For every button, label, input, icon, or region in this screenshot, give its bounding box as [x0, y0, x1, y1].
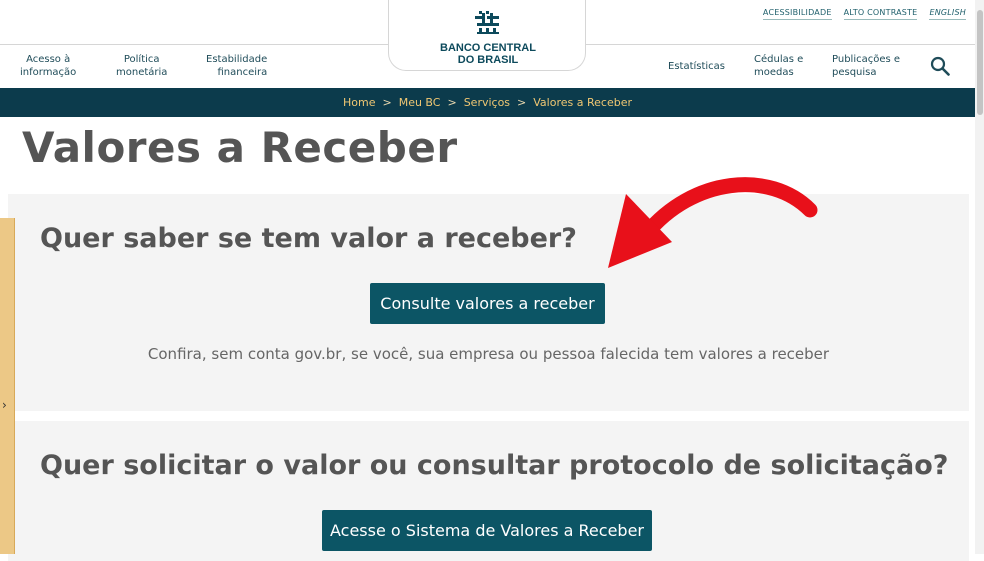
nav-item-estabilidade-financeira[interactable]: Estabilidade financeira: [206, 53, 267, 79]
nav-label-line2: financeira: [217, 67, 268, 78]
side-drawer-tab[interactable]: ›: [0, 218, 15, 554]
logo-line2: DO BRASIL: [457, 54, 519, 66]
breadcrumb-servicos[interactable]: Serviços: [464, 96, 510, 109]
nav-label-line1: Política: [123, 54, 160, 65]
nav-label-line1: Cédulas e: [754, 54, 804, 65]
nav-label-line2: monetária: [116, 67, 168, 78]
search-button[interactable]: [930, 56, 950, 80]
nav-item-publicacoes-pesquisa[interactable]: Publicações e pesquisa: [832, 53, 900, 79]
utility-links: ACESSIBILIDADE ALTO CONTRASTE ENGLISH: [762, 8, 966, 20]
nav-item-acesso-informacao[interactable]: Acesso à informação: [20, 53, 76, 79]
search-icon: [930, 56, 950, 76]
bcb-logo[interactable]: BANCO CENTRAL DO BRASIL: [440, 10, 536, 66]
breadcrumb-separator: >: [517, 96, 527, 109]
accessibility-link[interactable]: ACESSIBILIDADE: [762, 8, 832, 20]
nav-label-line2: moedas: [754, 67, 794, 78]
nav-label-line2: informação: [20, 67, 77, 78]
section-request-value: Quer solicitar o valor ou consultar prot…: [8, 421, 969, 561]
nav-item-politica-monetaria[interactable]: Política monetária: [116, 53, 167, 79]
nav-item-estatisticas[interactable]: Estatísticas: [668, 60, 725, 73]
breadcrumb-separator: >: [447, 96, 457, 109]
breadcrumb-separator: >: [382, 96, 392, 109]
breadcrumb-current: Valores a Receber: [533, 96, 632, 109]
high-contrast-link[interactable]: ALTO CONTRASTE: [843, 8, 918, 20]
access-system-button[interactable]: Acesse o Sistema de Valores a Receber: [322, 510, 652, 551]
page-scrollbar[interactable]: [975, 0, 984, 554]
consult-values-button[interactable]: Consulte valores a receber: [370, 283, 605, 324]
section-description: Confira, sem conta gov.br, se você, sua …: [147, 345, 830, 363]
nav-item-cedulas-moedas[interactable]: Cédulas e moedas: [754, 53, 803, 79]
nav-label-line1: Estatísticas: [668, 61, 726, 72]
logo-line1: BANCO CENTRAL: [440, 42, 536, 54]
english-link[interactable]: ENGLISH: [929, 8, 966, 20]
breadcrumb-home[interactable]: Home: [343, 96, 375, 109]
chevron-right-icon: ›: [2, 398, 7, 412]
nav-label-line1: Estabilidade: [206, 54, 268, 65]
section-heading: Quer saber se tem valor a receber?: [40, 223, 577, 254]
bcb-emblem-icon: [475, 11, 499, 34]
section-check-values: Quer saber se tem valor a receber? Consu…: [8, 194, 969, 411]
nav-label-line1: Publicações e: [832, 54, 901, 65]
page-title: Valores a Receber: [22, 123, 458, 172]
logo-text: BANCO CENTRAL DO BRASIL: [440, 42, 536, 66]
nav-label-line2: pesquisa: [832, 67, 877, 78]
section-heading: Quer solicitar o valor ou consultar prot…: [40, 450, 949, 481]
red-arrow-annotation: [608, 177, 818, 268]
breadcrumb-meu-bc[interactable]: Meu BC: [399, 96, 441, 109]
nav-label-line1: Acesso à: [26, 54, 71, 65]
scrollbar-thumb[interactable]: [977, 10, 983, 115]
breadcrumb: Home > Meu BC > Serviços > Valores a Rec…: [0, 88, 975, 117]
